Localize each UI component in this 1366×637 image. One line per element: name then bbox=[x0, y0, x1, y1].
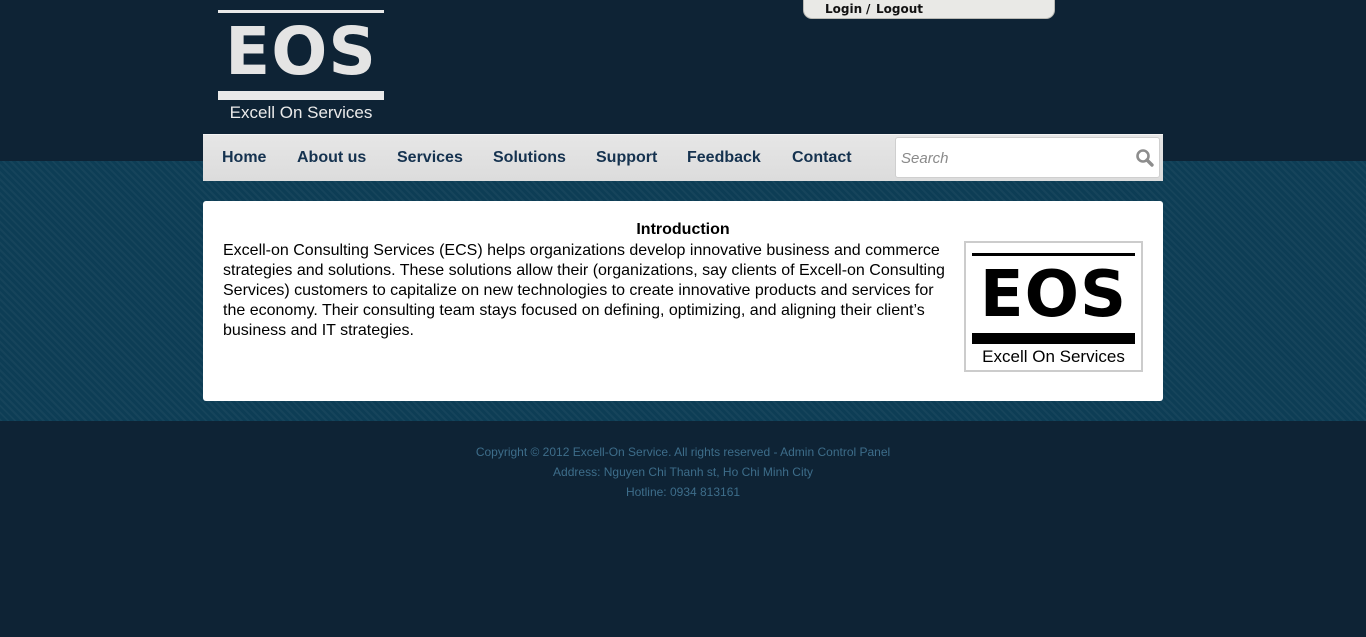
footer-address: Address: Nguyen Chi Thanh st, Ho Chi Min… bbox=[553, 465, 813, 479]
site-logo[interactable]: EOS Excell On Services bbox=[218, 10, 384, 126]
image-logo-tagline: Excell On Services bbox=[982, 347, 1125, 366]
content-card: Introduction Excell-on Consulting Servic… bbox=[203, 201, 1163, 401]
search-icon[interactable] bbox=[1135, 148, 1155, 168]
admin-control-panel-link[interactable]: Admin Control Panel bbox=[780, 445, 890, 459]
image-logo-mark: EOS bbox=[979, 258, 1128, 332]
nav-item-contact[interactable]: Contact bbox=[792, 149, 852, 167]
footer-hotline: Hotline: 0934 813161 bbox=[625, 485, 741, 499]
eos-logo-image: EOS Excell On Services bbox=[964, 241, 1143, 372]
nav-item-feedback[interactable]: Feedback bbox=[687, 149, 761, 167]
image-bottom-rule bbox=[972, 333, 1135, 344]
login-separator: / bbox=[866, 2, 871, 16]
nav-item-about-us[interactable]: About us bbox=[297, 149, 366, 167]
nav-item-support[interactable]: Support bbox=[596, 149, 657, 167]
search-input[interactable] bbox=[901, 147, 1126, 169]
logo-mark: EOS bbox=[225, 13, 377, 90]
logout-link[interactable]: Logout bbox=[876, 2, 923, 16]
logo-tagline: Excell On Services bbox=[229, 103, 373, 122]
image-top-rule bbox=[972, 253, 1135, 256]
nav-item-solutions[interactable]: Solutions bbox=[493, 149, 566, 167]
login-tab: Login / Logout bbox=[803, 0, 1055, 19]
logo-bottom-rule bbox=[218, 91, 384, 100]
footer-copyright: Copyright © 2012 Excell-On Service. All … bbox=[475, 445, 781, 459]
search-box bbox=[895, 137, 1160, 178]
login-link[interactable]: Login bbox=[825, 2, 862, 16]
footer-copyright-line: Copyright © 2012 Excell-On Service. All … bbox=[0, 442, 1366, 462]
nav-item-services[interactable]: Services bbox=[397, 149, 463, 167]
footer: Copyright © 2012 Excell-On Service. All … bbox=[0, 442, 1366, 502]
page-title: Introduction bbox=[636, 221, 730, 238]
nav-item-home[interactable]: Home bbox=[222, 149, 266, 167]
intro-paragraph: Excell-on Consulting Services (ECS) help… bbox=[223, 242, 945, 339]
